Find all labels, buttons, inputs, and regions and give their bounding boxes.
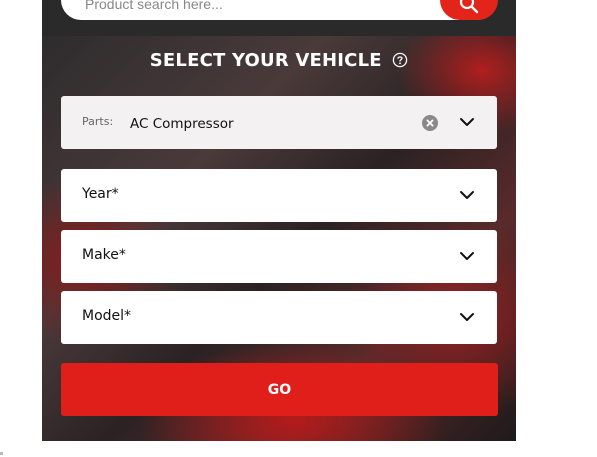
product-search-input[interactable]	[85, 0, 425, 16]
model-select-label: Model*	[82, 308, 132, 324]
chevron-down-icon	[460, 313, 474, 321]
model-select[interactable]: Model*	[61, 291, 497, 344]
product-search-box	[61, 0, 498, 20]
select-vehicle-title: SELECT YOUR VEHICLE	[149, 50, 382, 71]
year-select-label: Year*	[82, 186, 119, 202]
search-button[interactable]	[440, 0, 498, 20]
make-select-label: Make*	[82, 247, 126, 263]
select-vehicle-heading: SELECT YOUR VEHICLE	[42, 50, 516, 71]
parts-select[interactable]: Parts: AC Compressor	[61, 96, 497, 149]
parts-label: Parts:	[82, 115, 114, 128]
chevron-down-icon	[460, 191, 474, 199]
search-header	[42, 0, 516, 36]
clear-circle-icon[interactable]	[422, 115, 438, 131]
year-select[interactable]: Year*	[61, 169, 497, 222]
chevron-down-icon	[460, 252, 474, 260]
make-select[interactable]: Make*	[61, 230, 497, 283]
question-circle-icon[interactable]	[392, 52, 408, 68]
parts-selected-value: AC Compressor	[130, 116, 234, 132]
go-button[interactable]: GO	[61, 363, 498, 416]
vehicle-selector-panel: SELECT YOUR VEHICLE Parts: AC Compressor…	[42, 0, 516, 441]
chevron-down-icon[interactable]	[459, 116, 475, 128]
divider-dot	[0, 452, 3, 455]
search-icon	[459, 0, 479, 14]
